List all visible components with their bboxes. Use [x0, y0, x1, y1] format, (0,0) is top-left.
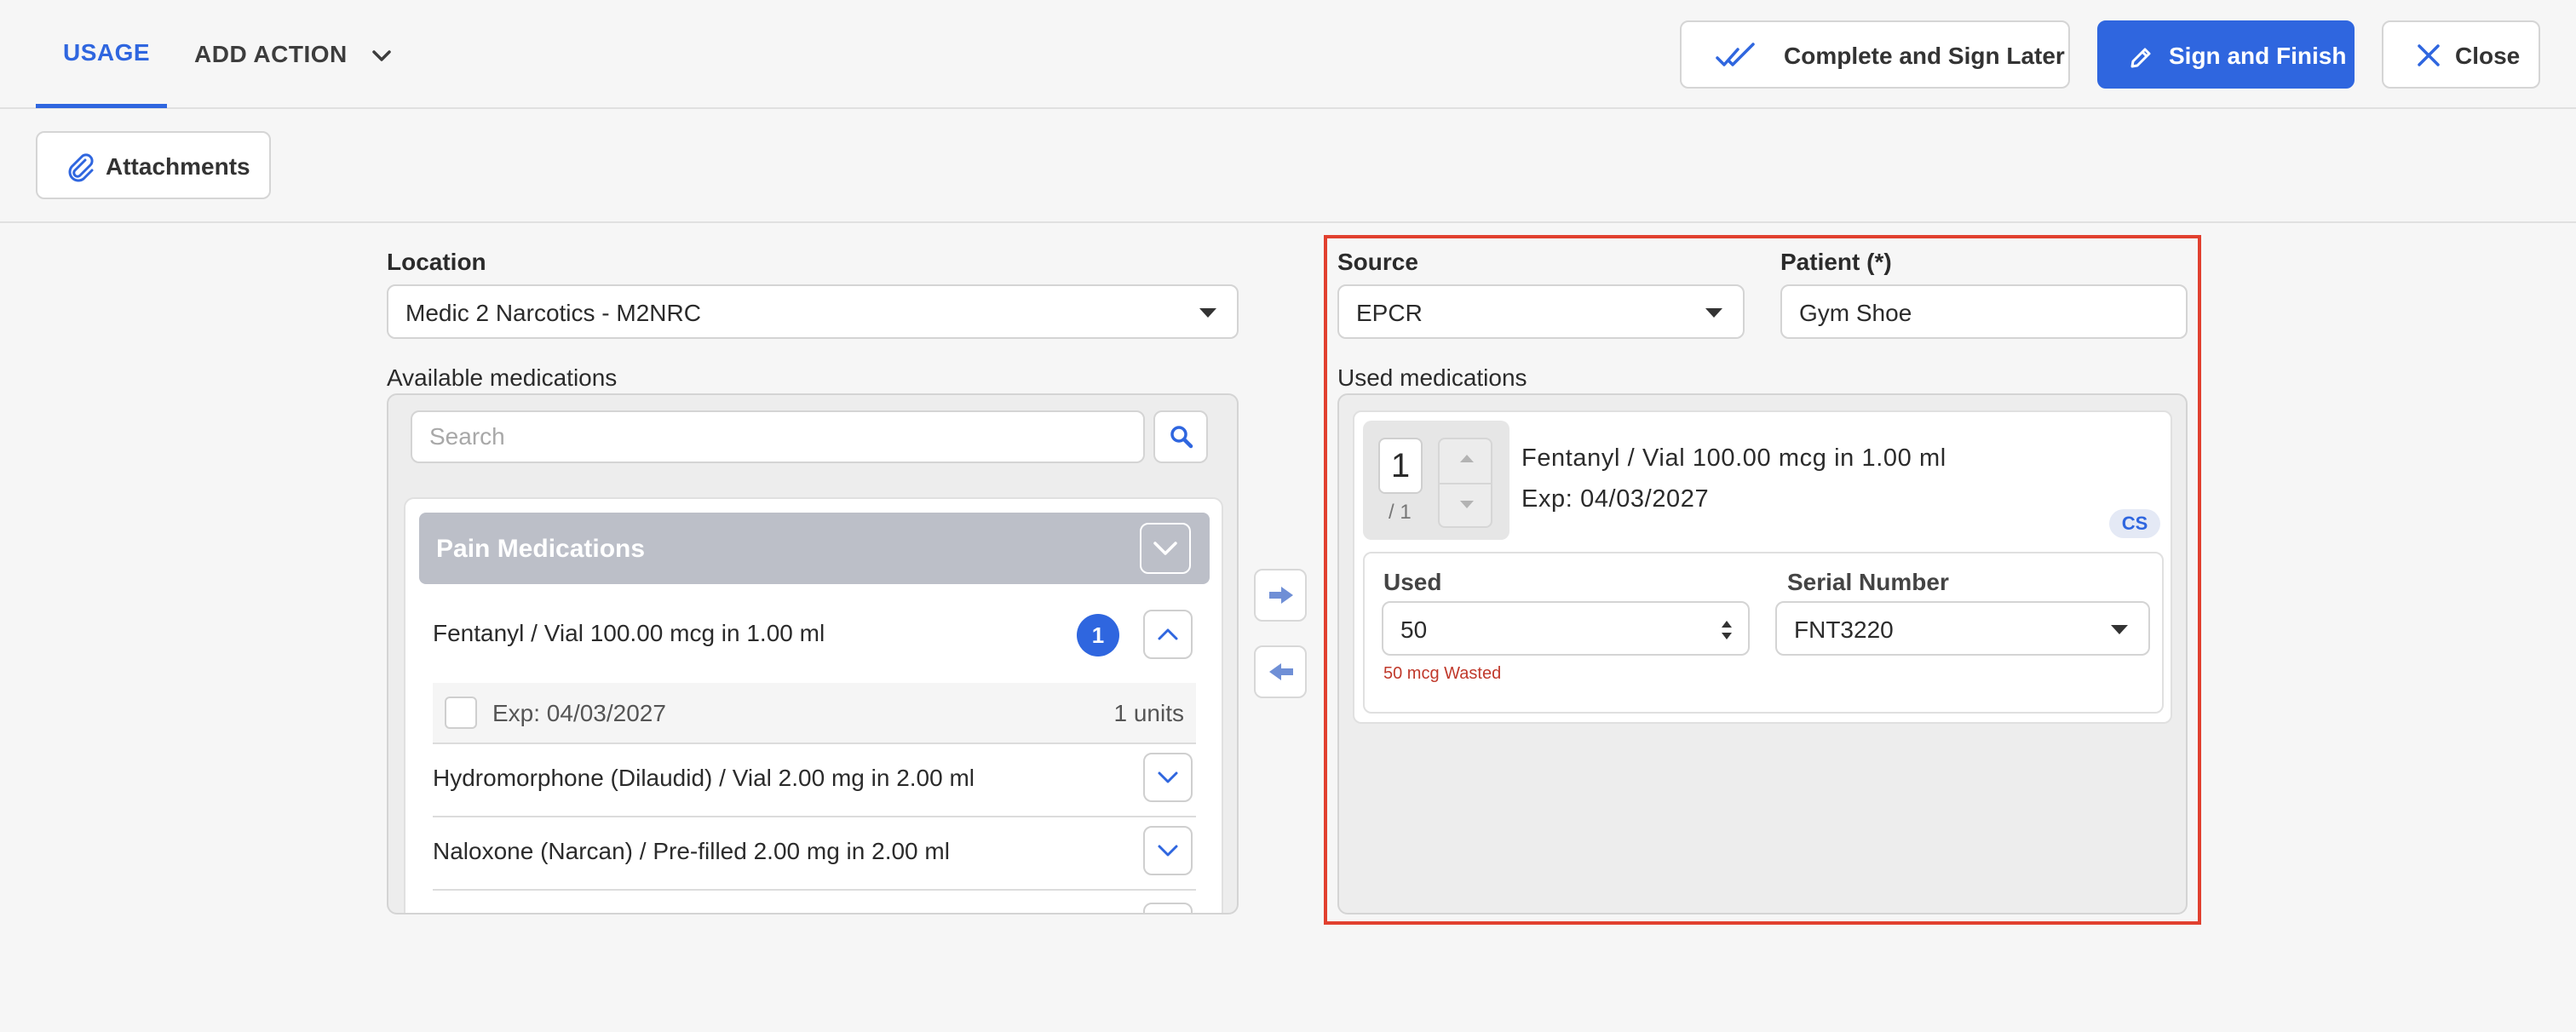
- divider: [433, 889, 1196, 891]
- chevron-down-icon: [1158, 845, 1178, 857]
- attachments-button[interactable]: Attachments: [36, 131, 271, 199]
- caret-down-icon: [1199, 308, 1216, 318]
- quantity-box: 1 / 1: [1363, 421, 1509, 540]
- sign-finish-label: Sign and Finish: [2169, 43, 2347, 69]
- source-label: Source: [1337, 249, 1418, 275]
- serial-number-label: Serial Number: [1787, 569, 1949, 595]
- attachments-row: Attachments: [0, 111, 2576, 223]
- location-select[interactable]: Medic 2 Narcotics - M2NRC: [387, 284, 1239, 339]
- attachments-label: Attachments: [106, 153, 250, 180]
- group-collapse-toggle[interactable]: [1140, 523, 1191, 574]
- search-input[interactable]: [412, 412, 1143, 462]
- medication-list: Pain Medications Fentanyl / Vial 100.00 …: [404, 497, 1223, 913]
- used-medication-card: 1 / 1 Fentanyl / Vial 100.00 mcg in 1.00…: [1353, 410, 2172, 724]
- chevron-down-icon[interactable]: [368, 43, 395, 70]
- search-button[interactable]: [1153, 410, 1208, 463]
- count-badge: 1: [1077, 614, 1119, 656]
- caret-down-icon: [2111, 625, 2128, 634]
- move-left-button[interactable]: [1254, 645, 1307, 698]
- lot-units: 1 units: [1113, 700, 1185, 726]
- caret-down-icon: [1705, 308, 1722, 318]
- used-amount-input[interactable]: 50: [1382, 601, 1750, 656]
- quantity-total: / 1: [1389, 501, 1412, 524]
- divider: [433, 816, 1196, 817]
- collapse-item-button[interactable]: [1143, 610, 1193, 659]
- signature-pen-icon: [2130, 48, 2151, 68]
- search-icon: [1170, 426, 1193, 449]
- patient-value: Gym Shoe: [1799, 300, 1912, 326]
- lot-checkbox[interactable]: [445, 697, 477, 729]
- expand-item-button[interactable]: [1143, 753, 1193, 802]
- paperclip-icon: [68, 153, 94, 182]
- chevron-down-icon: [1158, 771, 1178, 783]
- arrow-left-icon: [1269, 663, 1293, 680]
- spinner-icon[interactable]: [1719, 618, 1734, 642]
- serial-number-select[interactable]: FNT3220: [1775, 601, 2150, 656]
- chevron-down-icon: [1153, 542, 1177, 555]
- move-right-button[interactable]: [1254, 569, 1307, 622]
- group-header-pain-medications[interactable]: Pain Medications: [419, 513, 1210, 584]
- arrow-down-icon[interactable]: [1460, 501, 1474, 508]
- list-item[interactable]: Hydromorphone (Dilaudid) / Vial 2.00 mg …: [433, 751, 1196, 804]
- medication-name: Hydromorphone (Dilaudid) / Vial 2.00 mg …: [433, 765, 975, 791]
- lot-row[interactable]: Exp: 04/03/2027 1 units: [433, 683, 1196, 742]
- medication-name: Naloxone (Narcan) / Pre-filled 2.00 mg i…: [433, 838, 950, 864]
- arrow-right-icon: [1269, 587, 1293, 604]
- top-bar: USAGE ADD ACTION Complete and Sign Later…: [0, 0, 2576, 109]
- close-label: Close: [2455, 43, 2521, 69]
- patient-label: Patient (*): [1780, 249, 1892, 275]
- used-medication-name: Fentanyl / Vial 100.00 mcg in 1.00 ml: [1521, 444, 1946, 472]
- patient-field[interactable]: Gym Shoe: [1780, 284, 2188, 339]
- lot-expiration: Exp: 04/03/2027: [492, 700, 666, 726]
- tab-usage[interactable]: USAGE: [63, 39, 150, 66]
- divider: [1440, 483, 1491, 484]
- complete-later-label: Complete and Sign Later: [1784, 43, 2065, 69]
- available-medications-label: Available medications: [387, 364, 618, 391]
- source-select[interactable]: EPCR: [1337, 284, 1745, 339]
- close-button[interactable]: Close: [2382, 20, 2540, 89]
- tab-add-action[interactable]: ADD ACTION: [194, 41, 348, 68]
- close-icon: [2418, 44, 2440, 66]
- list-item[interactable]: Fentanyl / Vial 100.00 mcg in 1.00 ml 1: [433, 610, 1196, 661]
- available-medications-panel: Pain Medications Fentanyl / Vial 100.00 …: [387, 393, 1239, 914]
- used-medications-label: Used medications: [1337, 364, 1527, 391]
- wasted-note: 50 mcg Wasted: [1383, 664, 1502, 683]
- complete-and-sign-later-button[interactable]: Complete and Sign Later: [1680, 20, 2070, 89]
- location-label: Location: [387, 249, 486, 275]
- medication-name: Fentanyl / Vial 100.00 mcg in 1.00 ml: [433, 620, 825, 646]
- group-title: Pain Medications: [436, 535, 646, 563]
- sign-and-finish-button[interactable]: Sign and Finish: [2097, 20, 2355, 89]
- list-item[interactable]: Naloxone (Narcan) / Pre-filled 2.00 mg i…: [433, 824, 1196, 877]
- used-medications-panel: 1 / 1 Fentanyl / Vial 100.00 mcg in 1.00…: [1337, 393, 2188, 914]
- search-field[interactable]: [411, 410, 1145, 463]
- source-value: EPCR: [1356, 300, 1423, 326]
- quantity-stepper[interactable]: [1438, 438, 1492, 528]
- used-amount-value: 50: [1400, 616, 1428, 643]
- divider: [433, 742, 1196, 744]
- expand-item-button[interactable]: [1143, 826, 1193, 875]
- expand-item-button[interactable]: [1143, 903, 1193, 913]
- arrow-up-icon[interactable]: [1460, 455, 1474, 462]
- used-amount-label: Used: [1383, 569, 1442, 595]
- active-tab-indicator: [36, 104, 167, 108]
- quantity-value[interactable]: 1: [1378, 438, 1423, 494]
- serial-number-value: FNT3220: [1794, 616, 1894, 643]
- controlled-substance-badge: CS: [2109, 509, 2160, 538]
- chevron-up-icon: [1158, 628, 1178, 640]
- double-check-icon: [1716, 43, 1755, 66]
- used-medication-expiration: Exp: 04/03/2027: [1521, 485, 1710, 513]
- location-value: Medic 2 Narcotics - M2NRC: [405, 300, 701, 326]
- usage-details: Used 50 50 mcg Wasted Serial Number FNT3…: [1363, 552, 2164, 714]
